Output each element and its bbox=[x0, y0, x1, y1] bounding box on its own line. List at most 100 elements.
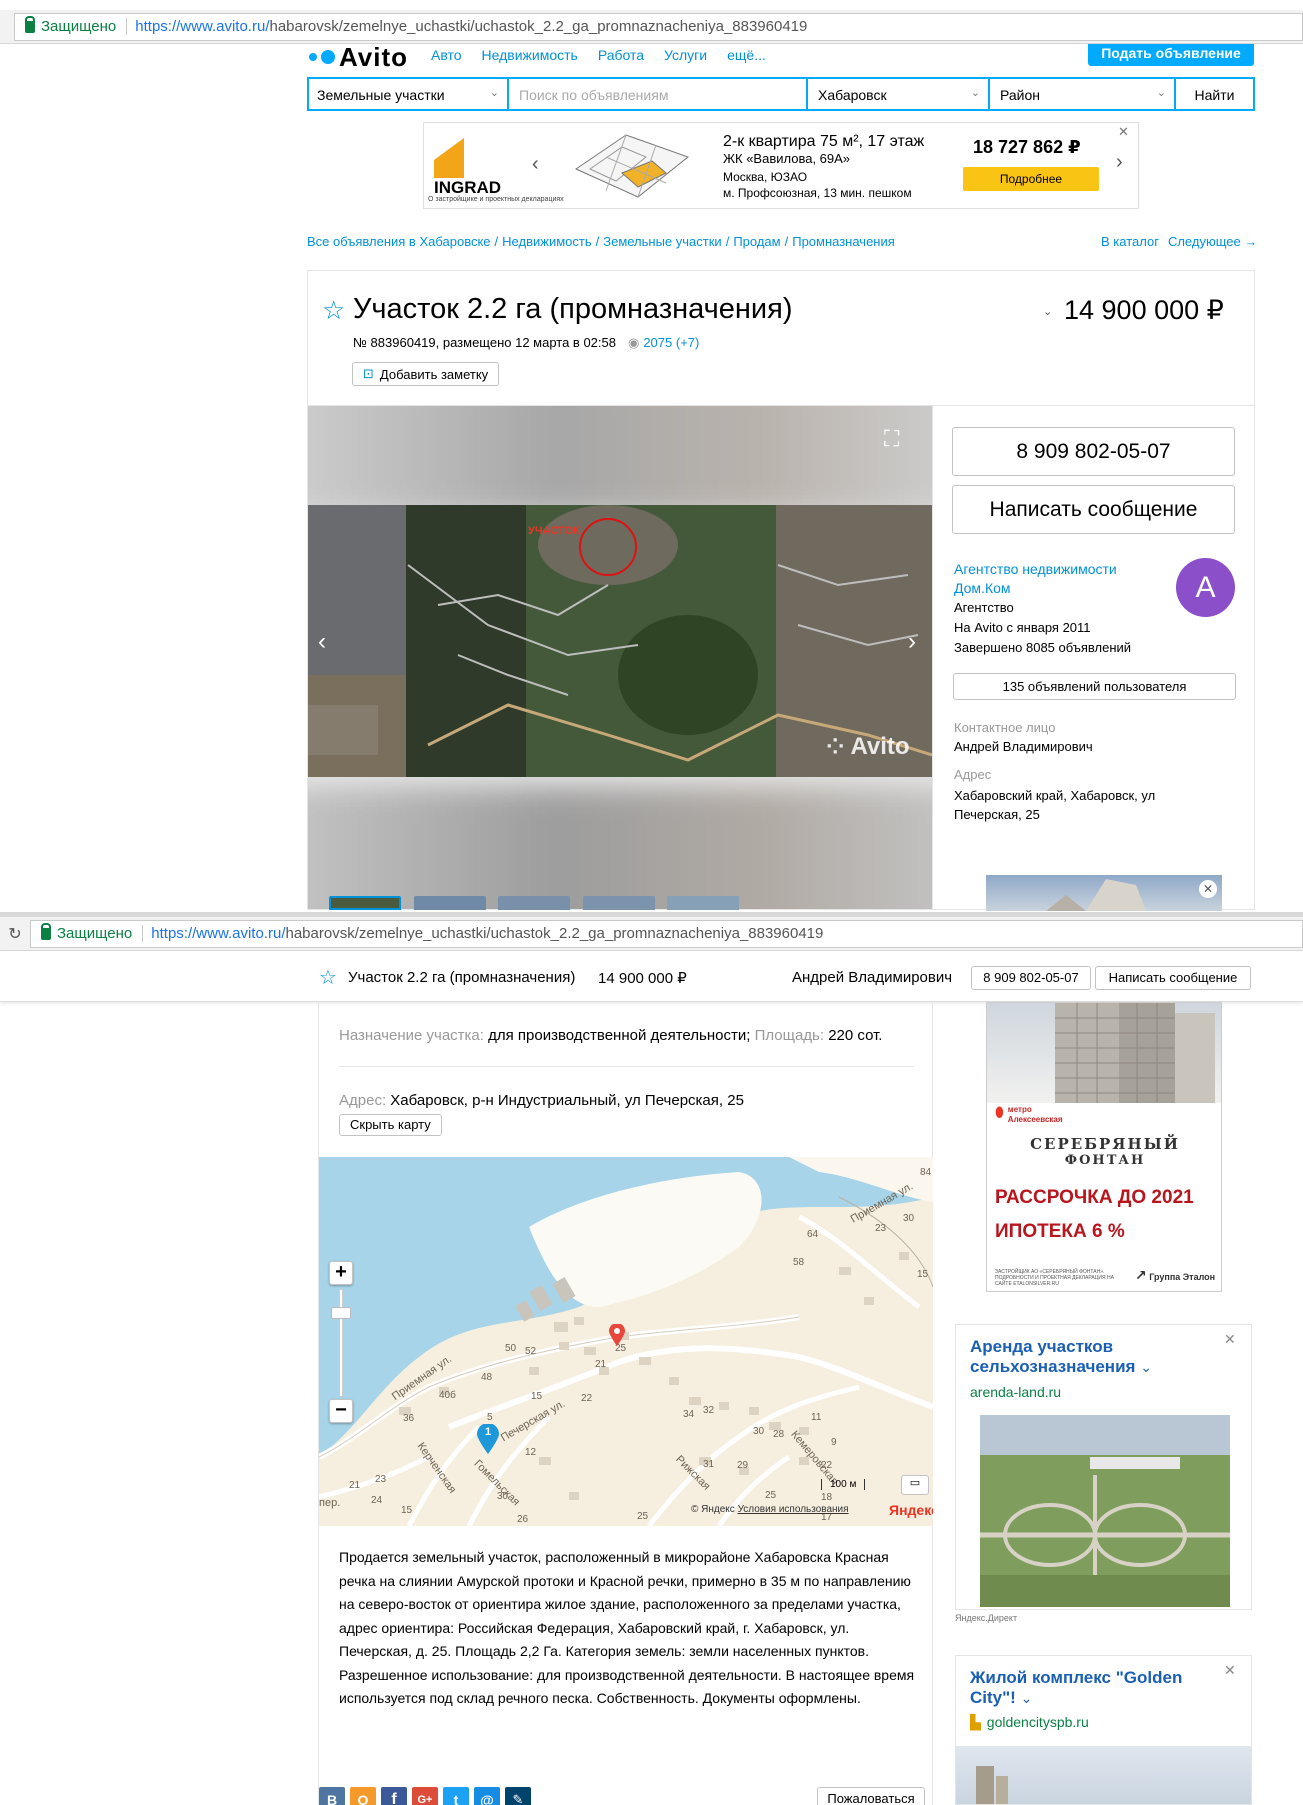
eye-icon: ◉ bbox=[627, 335, 640, 350]
facebook-icon[interactable]: f bbox=[381, 1787, 407, 1805]
photo-thumbnail[interactable] bbox=[414, 896, 486, 910]
hide-map-button[interactable]: Скрыть карту bbox=[339, 1114, 442, 1136]
banner-more-button[interactable]: Подробнее bbox=[963, 167, 1099, 191]
chevron-down-icon: ⌄ bbox=[1156, 87, 1166, 99]
zoom-out-button[interactable]: − bbox=[329, 1399, 353, 1423]
photo-thumbnail[interactable] bbox=[583, 896, 655, 910]
ruler-icon[interactable]: ▭ bbox=[901, 1475, 929, 1495]
plot-label: УЧАСТОК bbox=[528, 525, 580, 537]
close-icon[interactable]: ✕ bbox=[1118, 124, 1129, 140]
close-icon[interactable]: ✕ bbox=[1199, 880, 1217, 898]
carousel-next-icon[interactable]: › bbox=[1116, 151, 1123, 174]
url-path: habarovsk/zemelnye_uchastki/uchastok_2.2… bbox=[269, 18, 808, 35]
photo-thumbnail[interactable] bbox=[667, 896, 739, 910]
nav-realty[interactable]: Недвижимость bbox=[482, 47, 578, 63]
building-image bbox=[987, 1003, 1221, 1103]
direct-ad-golden-city[interactable]: Жилой комплекс "Golden City"! ⌄ ✕ ▙ gold… bbox=[955, 1655, 1252, 1805]
direct-ad-domain[interactable]: arenda-land.ru bbox=[970, 1384, 1061, 1400]
ingrad-banner[interactable]: INGRAD О застройщике и проектных деклара… bbox=[423, 122, 1139, 209]
satellite-photo: УЧАСТОК ⁘ Avito bbox=[308, 505, 932, 777]
watermark-dots-icon: ⁘ bbox=[826, 734, 845, 759]
photo-thumbnail[interactable] bbox=[329, 896, 401, 910]
sticky-header: ☆ Участок 2.2 га (промназначения) 14 900… bbox=[0, 952, 1303, 1002]
googleplus-icon[interactable]: G+ bbox=[412, 1787, 438, 1805]
yandex-logo: Яндекс bbox=[889, 1502, 933, 1518]
agency-link[interactable]: Агентство недвижимости Дом.Ком bbox=[954, 560, 1154, 598]
silver-ad-top[interactable]: ✕ bbox=[986, 875, 1222, 911]
next-link[interactable]: Следующее → bbox=[1168, 234, 1257, 249]
seller-address: Хабаровский край, Хабаровск, ул Печерска… bbox=[954, 788, 1156, 822]
avito-logo[interactable]: Avito bbox=[309, 44, 408, 70]
lock-icon bbox=[25, 15, 35, 33]
silver-fountain-ad[interactable]: ⬮ метро Алексеевская СЕРЕБРЯНЫЙ ФОНТАН Р… bbox=[986, 1002, 1222, 1292]
carousel-prev-icon[interactable]: ‹ bbox=[532, 153, 539, 176]
user-ads-button[interactable]: 135 объявлений пользователя bbox=[953, 673, 1236, 700]
listing-meta: № 883960419, размещено 12 марта в 02:58 … bbox=[353, 335, 700, 351]
city-select[interactable]: Хабаровск ⌄ bbox=[808, 79, 988, 109]
chevron-down-icon: ⌄ bbox=[970, 87, 980, 99]
direct-ad-title[interactable]: Жилой комплекс "Golden City"! ⌄ bbox=[970, 1668, 1210, 1708]
direct-ad-title[interactable]: Аренда участков сельхозназначения ⌄ bbox=[970, 1337, 1210, 1377]
nav-services[interactable]: Услуги bbox=[664, 47, 707, 63]
breadcrumb: Все объявления в Хабаровске / Недвижимост… bbox=[307, 234, 895, 249]
sticky-message-button[interactable]: Написать сообщение bbox=[1095, 966, 1251, 990]
nav-more[interactable]: ещё... bbox=[727, 47, 766, 63]
logo-triangle-icon bbox=[434, 138, 464, 160]
complain-button[interactable]: Пожаловаться bbox=[817, 1787, 925, 1805]
catalog-link[interactable]: В каталог bbox=[1101, 234, 1159, 249]
golden-city-image bbox=[956, 1746, 1251, 1804]
nav-auto[interactable]: Авто bbox=[431, 47, 462, 63]
favorite-star-icon[interactable]: ☆ bbox=[319, 965, 337, 990]
secure-indicator: Защищено bbox=[41, 922, 144, 942]
cluster-marker-icon[interactable]: 1 bbox=[477, 1423, 499, 1454]
post-ad-button[interactable]: Подать объявление bbox=[1088, 44, 1254, 66]
listing-title: Участок 2.2 га (промназначения) bbox=[353, 293, 793, 325]
views-count[interactable]: 2075 (+7) bbox=[643, 335, 699, 351]
district-select[interactable]: Район ⌄ bbox=[990, 79, 1174, 109]
lj-icon[interactable]: ✎ bbox=[505, 1787, 531, 1805]
add-note-button[interactable]: ⊡ Добавить заметку bbox=[352, 362, 500, 386]
photo-gallery[interactable]: УЧАСТОК ⁘ Avito ⛶ ‹ › bbox=[308, 406, 932, 909]
ingrad-logo: INGRAD bbox=[434, 138, 501, 197]
reload-icon[interactable]: ↻ bbox=[0, 924, 30, 944]
map-terms-link[interactable]: Условия использования bbox=[738, 1504, 849, 1515]
write-message-button[interactable]: Написать сообщение bbox=[952, 485, 1235, 534]
avatar[interactable]: A bbox=[1176, 558, 1235, 617]
search-input[interactable]: Поиск по объявлениям bbox=[509, 79, 806, 109]
zoom-slider-track[interactable] bbox=[339, 1289, 343, 1397]
map-copyright: © Яндекс Условия использования bbox=[691, 1504, 849, 1515]
photo-thumbnail[interactable] bbox=[498, 896, 570, 910]
direct-ad-domain[interactable]: ▙ goldencityspb.ru bbox=[970, 1714, 1089, 1731]
aerial-photo bbox=[980, 1415, 1230, 1607]
twitter-icon[interactable]: t bbox=[443, 1787, 469, 1805]
listing-price: 14 900 000 ₽ bbox=[1064, 295, 1224, 325]
search-bar: Земельные участки ⌄ Поиск по объявлениям… bbox=[307, 77, 1255, 111]
photo-prev-icon[interactable]: ‹ bbox=[318, 628, 326, 656]
ok-icon[interactable]: О bbox=[350, 1787, 376, 1805]
find-button[interactable]: Найти bbox=[1176, 79, 1253, 109]
contact-name: Андрей Владимирович bbox=[954, 739, 1093, 754]
secure-indicator: Защищено bbox=[25, 15, 128, 35]
phone-button[interactable]: 8 909 802-05-07 bbox=[952, 427, 1235, 476]
mailru-icon[interactable]: @ bbox=[474, 1787, 500, 1805]
close-icon[interactable]: ✕ bbox=[1224, 1331, 1236, 1348]
direct-ad-land[interactable]: Аренда участков сельхозназначения ⌄ ✕ ar… bbox=[955, 1324, 1252, 1610]
close-icon[interactable]: ✕ bbox=[1224, 1662, 1236, 1679]
metro-pin-icon: ⬮ bbox=[995, 1104, 1004, 1120]
photo-next-icon[interactable]: › bbox=[908, 628, 916, 656]
zoom-in-button[interactable]: + bbox=[329, 1261, 353, 1285]
zoom-slider-handle[interactable] bbox=[331, 1307, 351, 1319]
url-box[interactable]: Защищено https://www.avito.ru/ habarovsk… bbox=[14, 12, 1303, 41]
location-pin-icon[interactable] bbox=[609, 1323, 625, 1351]
etalon-swoosh-icon: ↗ bbox=[1135, 1267, 1147, 1283]
favorite-star-icon[interactable]: ☆ bbox=[322, 295, 345, 326]
fullscreen-icon[interactable]: ⛶ bbox=[884, 426, 899, 452]
url-box-2[interactable]: Защищено https://www.avito.ru/ habarovsk… bbox=[30, 919, 1303, 948]
yandex-map[interactable]: Приемная ул. Приемная ул. Печерская ул. … bbox=[319, 1157, 933, 1526]
nav-work[interactable]: Работа bbox=[598, 47, 644, 63]
sticky-phone-button[interactable]: 8 909 802-05-07 bbox=[971, 966, 1091, 990]
street-label: пер. bbox=[319, 1497, 341, 1509]
category-select[interactable]: Земельные участки ⌄ bbox=[309, 79, 507, 109]
vk-icon[interactable]: В bbox=[319, 1787, 345, 1805]
price-toggle-icon[interactable]: ⌄ bbox=[1043, 305, 1052, 318]
